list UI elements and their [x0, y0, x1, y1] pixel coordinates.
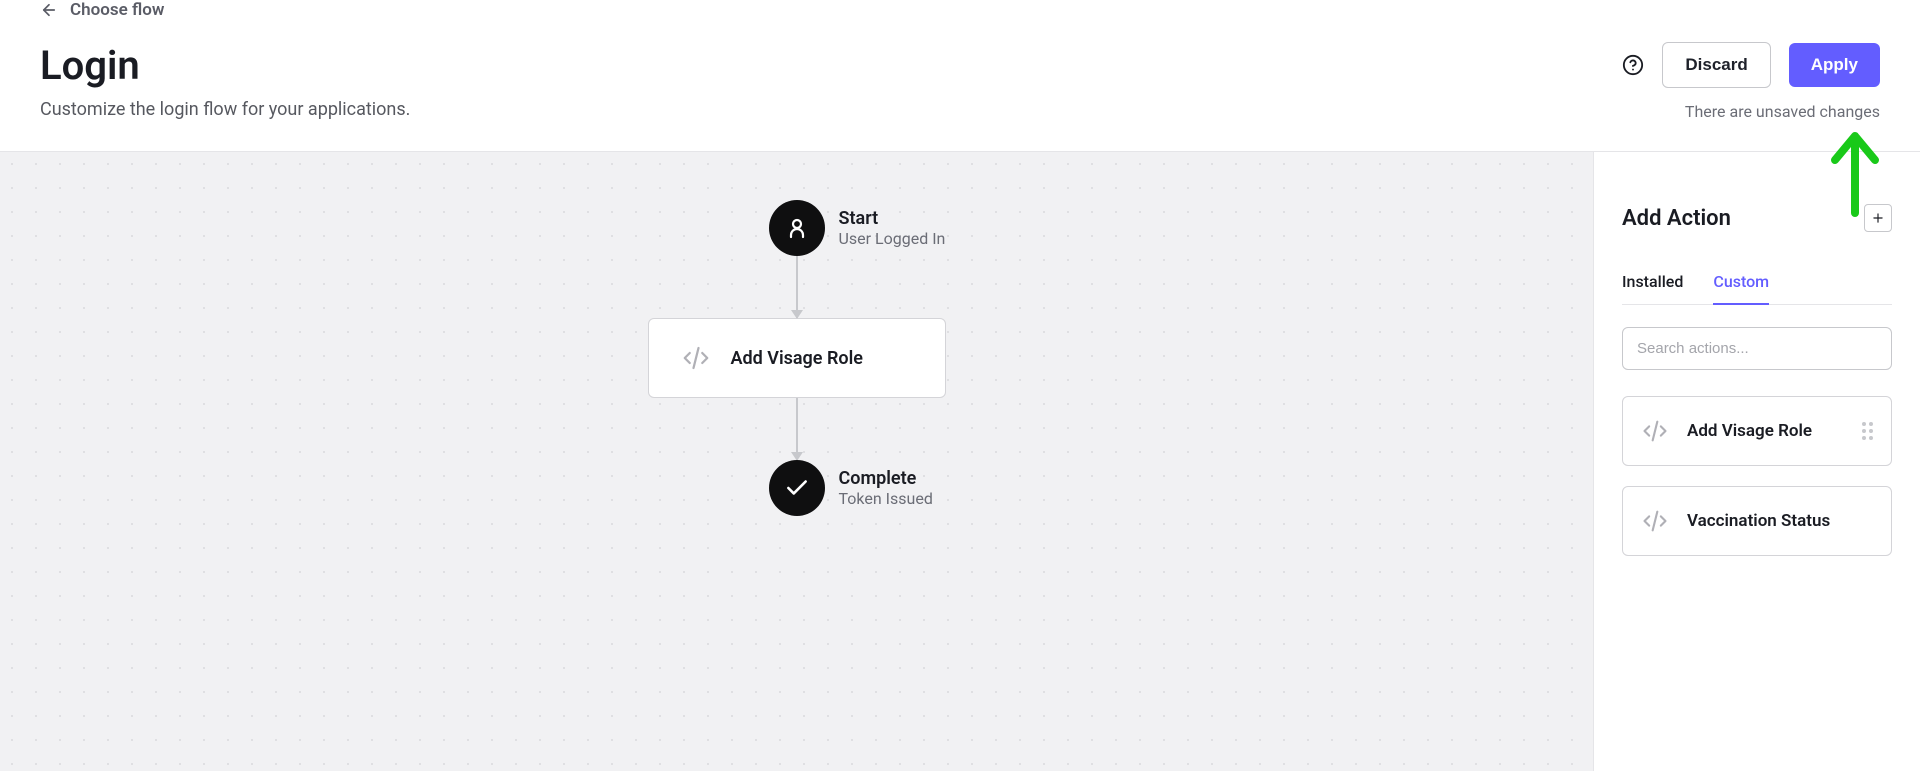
start-title: Start	[839, 208, 946, 229]
plus-icon	[1871, 211, 1885, 225]
back-label: Choose flow	[70, 0, 164, 20]
flow-start-node: Start User Logged In	[769, 200, 825, 256]
add-action-button[interactable]	[1864, 204, 1892, 232]
discard-button[interactable]: Discard	[1662, 42, 1770, 88]
user-icon	[769, 200, 825, 256]
code-icon	[1641, 417, 1669, 445]
flow-action-label: Add Visage Role	[731, 348, 863, 369]
title-block: Login Customize the login flow for your …	[40, 42, 410, 120]
sidepanel-title: Add Action	[1622, 206, 1731, 231]
flow-diagram: Start User Logged In Add Visage Role Com…	[648, 200, 946, 516]
flow-action-card[interactable]: Add Visage Role	[648, 318, 946, 398]
page-subtitle: Customize the login flow for your applic…	[40, 99, 410, 120]
action-sidepanel: Add Action Installed Custom Add Visage R…	[1594, 152, 1920, 771]
page-header: Choose flow Login Customize the login fl…	[0, 0, 1920, 152]
flow-connector	[796, 256, 798, 318]
action-list-item[interactable]: Add Visage Role	[1622, 396, 1892, 466]
action-item-label: Add Visage Role	[1687, 421, 1844, 441]
start-subtitle: User Logged In	[839, 229, 946, 248]
sidepanel-tabs: Installed Custom	[1622, 272, 1892, 305]
back-link[interactable]: Choose flow	[40, 0, 1880, 20]
arrow-left-icon	[40, 1, 58, 19]
drag-handle-icon[interactable]	[1862, 422, 1873, 440]
page-title: Login	[40, 42, 410, 89]
tab-installed[interactable]: Installed	[1622, 272, 1683, 305]
apply-button[interactable]: Apply	[1789, 43, 1880, 87]
unsaved-status: There are unsaved changes	[1685, 102, 1880, 121]
check-icon	[769, 460, 825, 516]
help-icon[interactable]	[1622, 54, 1644, 76]
search-input[interactable]	[1622, 327, 1892, 370]
flow-canvas[interactable]: Start User Logged In Add Visage Role Com…	[0, 152, 1594, 771]
code-icon	[681, 343, 711, 373]
tab-custom[interactable]: Custom	[1713, 272, 1769, 305]
code-icon	[1641, 507, 1669, 535]
flow-end-node: Complete Token Issued	[769, 460, 825, 516]
action-item-label: Vaccination Status	[1687, 511, 1873, 531]
flow-connector	[796, 398, 798, 460]
end-subtitle: Token Issued	[839, 489, 933, 508]
action-list-item[interactable]: Vaccination Status	[1622, 486, 1892, 556]
end-title: Complete	[839, 468, 933, 489]
